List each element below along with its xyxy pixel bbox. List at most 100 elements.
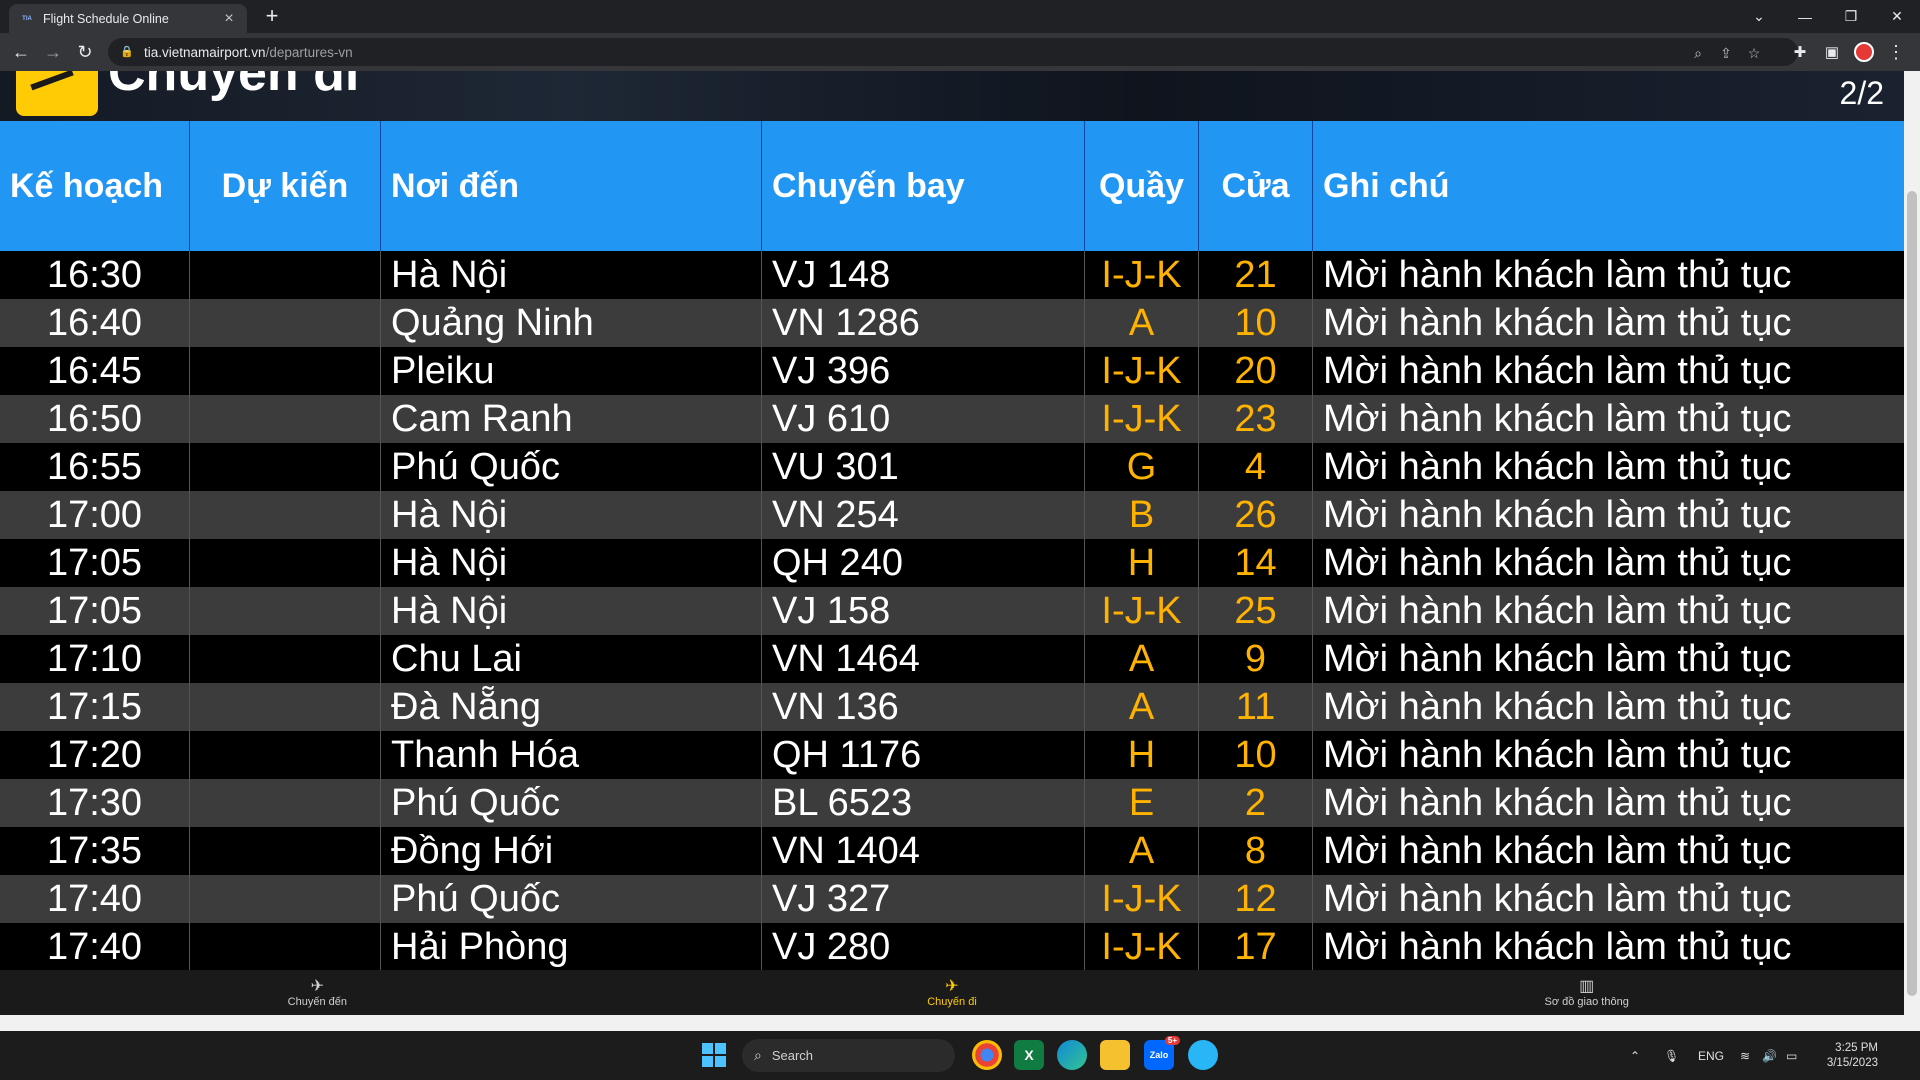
table-row: 17:05 Hà Nội VJ 158 I-J-K 25 Mời hành khách l… [0, 587, 1904, 635]
cell-note: Mời hành khách làm thủ tục [1323, 301, 1792, 344]
cell-scheduled-time: 17:00 [0, 491, 190, 539]
zalo-taskbar-icon[interactable]: Zalo 5+ [1144, 1036, 1180, 1070]
cell-note: Mời hành khách làm thủ tục [1323, 637, 1792, 680]
close-tab-icon[interactable]: × [221, 10, 237, 28]
cell-scheduled-time: 16:45 [0, 347, 190, 395]
table-row: 17:35 Đồng Hới VN 1404 A 8 Mời hành khách làm… [0, 827, 1904, 875]
cell-counter: H [1085, 731, 1199, 779]
map-icon: ▥ [1579, 977, 1595, 995]
page-banner: Chuyến đi 2/2 [0, 71, 1904, 121]
bottom-nav-item[interactable]: ✈ Chuyến đến [0, 970, 635, 1015]
volume-icon[interactable]: 🔊 [1762, 1031, 1777, 1080]
language-indicator[interactable]: ENG [1698, 1031, 1724, 1080]
cell-estimated-time [190, 299, 381, 347]
cell-scheduled-time: 17:05 [0, 539, 190, 587]
cell-scheduled-time: 17:15 [0, 683, 190, 731]
cell-counter: I-J-K [1085, 587, 1199, 635]
microphone-icon[interactable]: 🎙 [1664, 1031, 1679, 1080]
cell-estimated-time [190, 875, 381, 923]
close-window-button[interactable]: ✕ [1874, 0, 1920, 33]
scrollbar-thumb[interactable] [1907, 191, 1917, 996]
cell-flight-number: VJ 158 [762, 587, 1085, 635]
cell-flight-number: VN 254 [762, 491, 1085, 539]
address-bar[interactable]: 🔒 tia.vietnamairport.vn/departures-vn ⌕ … [108, 38, 1798, 66]
cell-destination: Hà Nội [381, 251, 762, 299]
page-indicator: 2/2 [1839, 75, 1884, 111]
cell-flight-number: VJ 280 [762, 923, 1085, 971]
show-hidden-icons-chevron-icon[interactable]: ⌃ [1630, 1031, 1640, 1080]
table-row: 17:05 Hà Nội QH 240 H 14 Mời hành khách làm t… [0, 539, 1904, 587]
tab-search-chevron-icon[interactable]: ⌄ [1736, 0, 1782, 33]
cell-destination: Hải Phòng [381, 923, 762, 971]
table-row: 17:40 Phú Quốc VJ 327 I-J-K 12 Mời hành khách… [0, 875, 1904, 923]
windows-start-button[interactable] [702, 1043, 726, 1067]
zoom-icon[interactable]: ⌕ [1688, 43, 1708, 63]
bottom-nav-item[interactable]: ▥ Sơ đồ giao thông [1269, 970, 1904, 1015]
cell-flight-number: VJ 148 [762, 251, 1085, 299]
minimize-button[interactable]: — [1782, 0, 1828, 33]
wifi-icon[interactable]: ≋ [1740, 1031, 1750, 1080]
browser-tab[interactable]: TIA Flight Schedule Online × [9, 4, 247, 33]
cell-scheduled-time: 17:10 [0, 635, 190, 683]
cell-destination: Phú Quốc [381, 443, 762, 491]
cell-estimated-time [190, 443, 381, 491]
cell-destination: Chu Lai [381, 635, 762, 683]
cell-estimated-time [190, 683, 381, 731]
browser-toolbar: ← → ↻ 🔒 tia.vietnamairport.vn/departures… [0, 33, 1920, 71]
table-row: 17:30 Phú Quốc BL 6523 E 2 Mời hành khách làm… [0, 779, 1904, 827]
cell-destination: Hà Nội [381, 587, 762, 635]
cell-counter: A [1085, 683, 1199, 731]
edge-taskbar-icon[interactable] [1057, 1040, 1087, 1070]
restore-button[interactable]: ❐ [1828, 0, 1874, 33]
forward-button[interactable]: → [40, 39, 66, 65]
vertical-scrollbar[interactable] [1904, 71, 1920, 1015]
cell-gate: 20 [1199, 347, 1313, 395]
cell-note: Mời hành khách làm thủ tục [1323, 589, 1792, 632]
system-clock[interactable]: 3:25 PM 3/15/2023 [1812, 1041, 1878, 1071]
cell-scheduled-time: 17:40 [0, 875, 190, 923]
cell-gate: 10 [1199, 731, 1313, 779]
back-button[interactable]: ← [8, 39, 34, 65]
horizontal-scrollbar[interactable] [0, 1015, 1920, 1031]
cell-counter: G [1085, 443, 1199, 491]
cell-estimated-time [190, 251, 381, 299]
cell-destination: Cam Ranh [381, 395, 762, 443]
file-explorer-taskbar-icon[interactable] [1100, 1040, 1130, 1070]
profile-avatar[interactable] [1851, 39, 1877, 65]
cell-flight-number: VN 136 [762, 683, 1085, 731]
cell-estimated-time [190, 827, 381, 875]
cell-destination: Phú Quốc [381, 875, 762, 923]
cell-gate: 14 [1199, 539, 1313, 587]
table-row: 16:40 Quảng Ninh VN 1286 A 10 Mời hành khách … [0, 299, 1904, 347]
lock-icon: 🔒 [120, 46, 134, 58]
bottom-nav-item[interactable]: ✈ Chuyến đi [635, 970, 1270, 1015]
windows-taskbar: ⌕ Search X Zalo 5+ ⌃ 🎙 ENG ≋ 🔊 ▭ 3:25 PM … [0, 1031, 1920, 1080]
extensions-icon[interactable]: ✚ [1787, 39, 1813, 65]
cell-flight-number: VN 1464 [762, 635, 1085, 683]
bottom-nav-label: Chuyến đi [927, 995, 977, 1008]
share-icon[interactable]: ⇪ [1716, 43, 1736, 63]
url-host: tia.vietnamairport.vn [144, 44, 266, 60]
cell-destination: Thanh Hóa [381, 731, 762, 779]
new-tab-button[interactable]: + [260, 5, 284, 27]
page-title: Chuyến đi [108, 71, 360, 102]
table-row: 17:15 Đà Nẵng VN 136 A 11 Mời hành khách làm … [0, 683, 1904, 731]
search-label: Search [771, 1048, 814, 1063]
plane-takeoff-icon: ✈ [945, 977, 959, 995]
cell-note: Mời hành khách làm thủ tục [1323, 733, 1792, 776]
table-row: 17:10 Chu Lai VN 1464 A 9 Mời hành khách làm … [0, 635, 1904, 683]
taskbar-search[interactable]: ⌕ Search [742, 1039, 955, 1072]
cell-scheduled-time: 16:50 [0, 395, 190, 443]
side-panel-icon[interactable]: ▣ [1819, 39, 1845, 65]
cell-counter: H [1085, 539, 1199, 587]
menu-kebab-icon[interactable]: ⋮ [1883, 39, 1909, 65]
reload-button[interactable]: ↻ [72, 39, 98, 65]
battery-icon[interactable]: ▭ [1786, 1031, 1797, 1080]
bookmark-star-icon[interactable]: ☆ [1744, 43, 1764, 63]
cell-note: Mời hành khách làm thủ tục [1323, 349, 1792, 392]
cell-flight-number: VJ 610 [762, 395, 1085, 443]
globe-app-taskbar-icon[interactable] [1188, 1040, 1218, 1070]
chrome-taskbar-icon[interactable] [972, 1040, 1002, 1070]
excel-taskbar-icon[interactable]: X [1014, 1040, 1044, 1070]
cell-scheduled-time: 17:40 [0, 923, 190, 971]
